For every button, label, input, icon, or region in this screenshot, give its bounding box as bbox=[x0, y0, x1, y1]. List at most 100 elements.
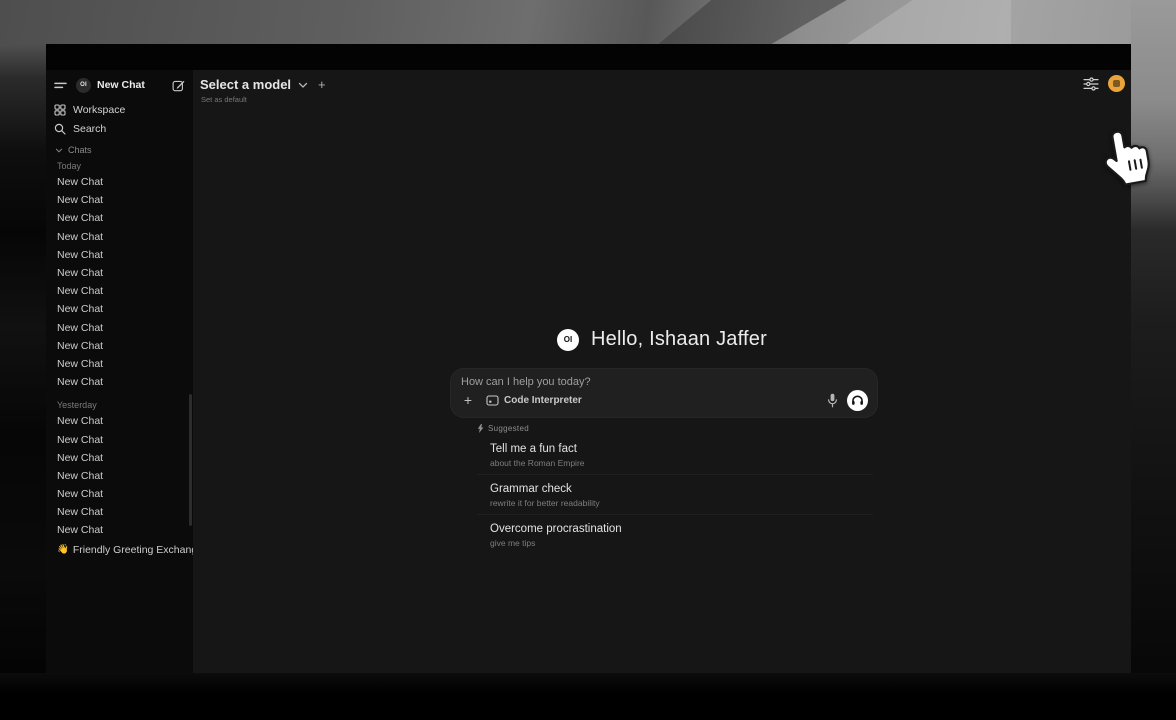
chat-list-item[interactable]: New Chat bbox=[46, 485, 193, 503]
chevron-down-icon bbox=[55, 147, 63, 154]
sliders-icon bbox=[1083, 77, 1099, 91]
chat-title: New Chat bbox=[57, 506, 103, 518]
grid-icon bbox=[54, 104, 66, 116]
suggested-header: Suggested bbox=[477, 422, 873, 435]
model-selector[interactable]: Select a model + bbox=[200, 77, 326, 92]
sidebar-item-workspace[interactable]: Workspace bbox=[54, 100, 185, 119]
chat-controls-button[interactable] bbox=[1083, 77, 1099, 91]
chat-list-item[interactable]: New Chat bbox=[46, 300, 193, 318]
chat-list-item[interactable]: New Chat bbox=[46, 337, 193, 355]
sidebar-toggle-button[interactable] bbox=[54, 81, 67, 90]
suggested-prompt[interactable]: Tell me a fun fact about the Roman Empir… bbox=[477, 435, 873, 475]
app-logo: OI bbox=[76, 78, 91, 93]
prompt-subtitle: give me tips bbox=[490, 538, 873, 548]
sidebar-item-search[interactable]: Search bbox=[54, 119, 185, 138]
code-interpreter-toggle[interactable]: Code Interpreter bbox=[486, 395, 582, 406]
sidebar-title: New Chat bbox=[97, 79, 172, 91]
suggested-label: Suggested bbox=[488, 424, 529, 433]
set-as-default-link[interactable]: Set as default bbox=[201, 95, 247, 104]
desktop-wallpaper-left bbox=[0, 44, 46, 720]
chat-title: New Chat bbox=[57, 452, 103, 464]
prompt-title: Grammar check bbox=[490, 483, 873, 495]
chevron-down-icon bbox=[298, 81, 308, 89]
chat-list-item[interactable]: New Chat bbox=[46, 209, 193, 227]
chat-title: New Chat bbox=[57, 488, 103, 500]
microphone-icon bbox=[827, 393, 838, 408]
chat-list-item[interactable]: New Chat bbox=[46, 173, 193, 191]
chat-title: New Chat bbox=[57, 470, 103, 482]
prompt-subtitle: rewrite it for better readability bbox=[490, 498, 873, 508]
desktop-wallpaper-bottom bbox=[0, 673, 1176, 720]
chat-title: New Chat bbox=[57, 212, 103, 224]
chat-title: New Chat bbox=[57, 524, 103, 536]
attach-button[interactable]: + bbox=[459, 391, 477, 409]
chat-title: New Chat bbox=[57, 340, 103, 352]
chat-title: New Chat bbox=[57, 194, 103, 206]
headphones-icon bbox=[851, 394, 864, 406]
model-selector-label: Select a model bbox=[200, 77, 291, 92]
chat-title: New Chat bbox=[57, 358, 103, 370]
prompt-title: Overcome procrastination bbox=[490, 523, 873, 535]
suggested-prompts: Suggested Tell me a fun fact about the R… bbox=[477, 422, 873, 554]
chat-list-item[interactable]: New Chat bbox=[46, 373, 193, 391]
prompt-title: Tell me a fun fact bbox=[490, 443, 873, 455]
chat-title: New Chat bbox=[57, 434, 103, 446]
chat-title: New Chat bbox=[57, 249, 103, 261]
terminal-icon bbox=[486, 395, 499, 406]
sidebar-nav: Workspace Search bbox=[46, 100, 193, 138]
chats-section-toggle[interactable]: Chats bbox=[46, 142, 193, 158]
chat-list-item[interactable]: New Chat bbox=[46, 412, 193, 430]
chat-title: New Chat bbox=[57, 415, 103, 427]
chat-list-item[interactable]: New Chat bbox=[46, 449, 193, 467]
edit-icon bbox=[172, 79, 185, 92]
chat-title: New Chat bbox=[57, 267, 103, 279]
sidebar-header: OI New Chat bbox=[46, 70, 193, 100]
chat-list-item[interactable]: New Chat bbox=[46, 430, 193, 448]
nav-label: Search bbox=[73, 123, 106, 135]
message-composer: + Code Interpreter bbox=[450, 368, 878, 418]
desktop-wallpaper-right bbox=[1131, 0, 1176, 720]
chat-list-item[interactable]: New Chat bbox=[46, 191, 193, 209]
user-avatar[interactable] bbox=[1108, 75, 1125, 92]
chat-title: New Chat bbox=[57, 322, 103, 334]
search-icon bbox=[54, 123, 66, 135]
suggested-prompt[interactable]: Overcome procrastination give me tips bbox=[477, 515, 873, 554]
chat-group-label-yesterday: Yesterday bbox=[46, 398, 193, 412]
chat-list-item[interactable]: New Chat bbox=[46, 355, 193, 373]
chat-list-item[interactable]: New Chat bbox=[46, 521, 193, 539]
new-chat-button[interactable] bbox=[172, 79, 185, 92]
app-logo-large: OI bbox=[557, 329, 579, 351]
window-top-strip bbox=[46, 44, 1131, 70]
chat-list-item[interactable]: New Chat bbox=[46, 228, 193, 246]
app-window: OI New Chat Workspace bbox=[46, 44, 1131, 673]
bolt-icon bbox=[477, 424, 484, 433]
chat-list-item-named[interactable]: 👋 Friendly Greeting Exchange bbox=[46, 541, 193, 559]
chat-list-item[interactable]: New Chat bbox=[46, 282, 193, 300]
chat-list-item[interactable]: New Chat bbox=[46, 264, 193, 282]
suggested-prompt[interactable]: Grammar check rewrite it for better read… bbox=[477, 475, 873, 515]
greeting-block: OI Hello, Ishaan Jaffer bbox=[193, 328, 1131, 351]
chats-section-label: Chats bbox=[68, 145, 92, 155]
chat-title: New Chat bbox=[57, 176, 103, 188]
topbar-right bbox=[1083, 75, 1125, 92]
chat-list-item[interactable]: New Chat bbox=[46, 503, 193, 521]
composer-toolbar: + Code Interpreter bbox=[459, 389, 868, 411]
chat-group-label-today: Today bbox=[46, 159, 193, 173]
desktop-wallpaper-top bbox=[0, 0, 1176, 44]
chat-title: New Chat bbox=[57, 303, 103, 315]
avatar-image bbox=[1113, 80, 1120, 87]
prompt-subtitle: about the Roman Empire bbox=[490, 458, 873, 468]
chat-list-item[interactable]: New Chat bbox=[46, 246, 193, 264]
add-model-button[interactable]: + bbox=[318, 77, 326, 92]
tool-label: Code Interpreter bbox=[504, 395, 582, 406]
chat-title: New Chat bbox=[57, 376, 103, 388]
nav-label: Workspace bbox=[73, 104, 125, 116]
chat-list-item[interactable]: New Chat bbox=[46, 467, 193, 485]
voice-call-button[interactable] bbox=[847, 390, 868, 411]
voice-input-button[interactable] bbox=[827, 393, 838, 408]
chat-title: Friendly Greeting Exchange bbox=[73, 544, 203, 556]
sidebar-scrollbar[interactable] bbox=[189, 394, 192, 526]
sidebar: OI New Chat Workspace bbox=[46, 70, 193, 673]
main-area: Select a model + Set as default bbox=[193, 70, 1131, 673]
chat-list-item[interactable]: New Chat bbox=[46, 319, 193, 337]
